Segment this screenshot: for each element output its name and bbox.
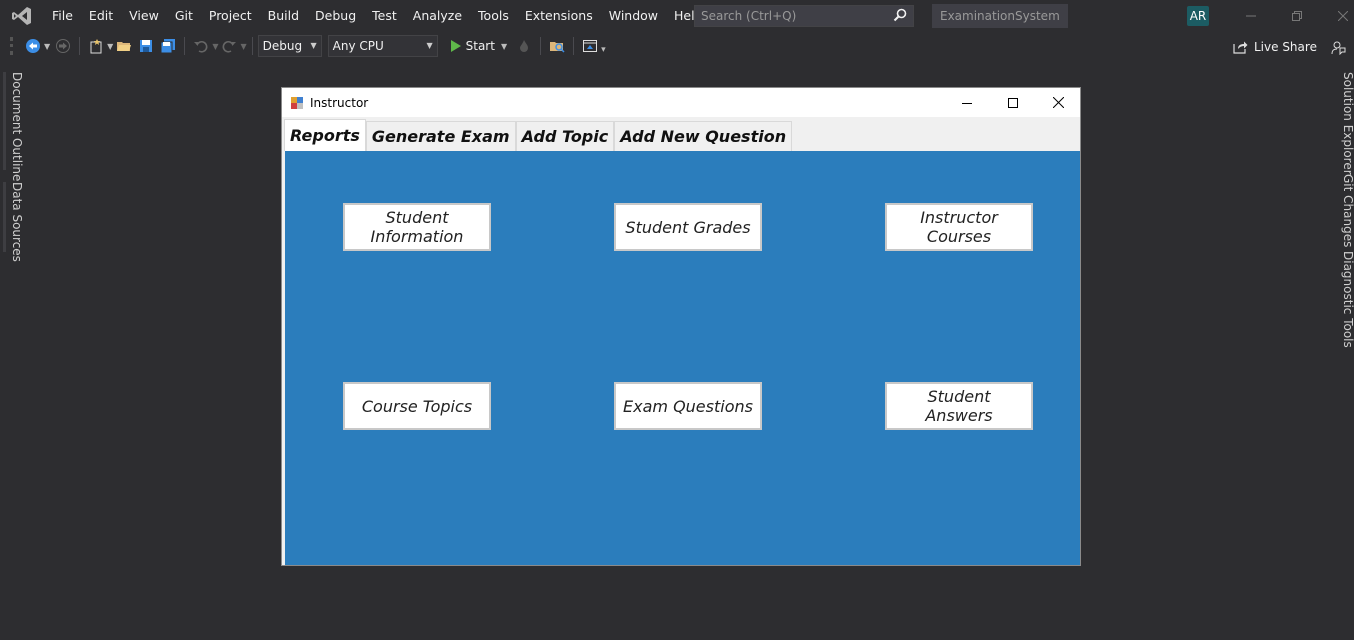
- minimize-icon: [962, 102, 972, 104]
- tab-data-sources[interactable]: Data Sources: [10, 182, 24, 262]
- standard-toolbar: ▼ ▼ ▼ ▼ Debug ▼ Any CPU ▼ Start ▼ ▾: [0, 32, 1354, 60]
- chevron-down-icon: ▼: [500, 41, 508, 51]
- close-button[interactable]: [1320, 0, 1354, 32]
- chevron-down-icon: ▼: [426, 41, 433, 50]
- find-in-files-icon[interactable]: [548, 37, 566, 55]
- tab-add-new-question[interactable]: Add New Question: [614, 121, 793, 151]
- menu-build[interactable]: Build: [260, 0, 307, 32]
- student-answers-button[interactable]: Student Answers: [885, 382, 1033, 430]
- toolbar-separator: [540, 37, 542, 55]
- menu-git[interactable]: Git: [167, 0, 201, 32]
- close-icon: [1052, 97, 1064, 108]
- hot-reload-icon[interactable]: [515, 37, 533, 55]
- search-input[interactable]: Search (Ctrl+Q): [694, 5, 914, 27]
- toolbar-separator: [184, 37, 186, 55]
- chevron-down-icon[interactable]: ▼: [44, 42, 50, 51]
- form-title-bar[interactable]: Instructor: [282, 88, 1080, 117]
- tab-reports[interactable]: Reports: [284, 119, 366, 151]
- restore-button[interactable]: [1274, 0, 1320, 32]
- restore-icon: [1292, 11, 1302, 21]
- menu-test[interactable]: Test: [364, 0, 405, 32]
- menu-file[interactable]: File: [44, 0, 81, 32]
- chevron-down-icon[interactable]: ▼: [240, 42, 246, 51]
- redo-icon[interactable]: [220, 37, 238, 55]
- toolbar-grip[interactable]: [10, 37, 22, 55]
- toolbar-separator: [79, 37, 81, 55]
- student-grades-button[interactable]: Student Grades: [614, 203, 762, 251]
- tab-solution-explorer[interactable]: Solution Explorer: [1341, 72, 1354, 175]
- live-share-label: Live Share: [1254, 40, 1317, 54]
- tab-add-topic[interactable]: Add Topic: [515, 121, 615, 151]
- menu-project[interactable]: Project: [201, 0, 260, 32]
- chevron-down-icon[interactable]: ▼: [107, 42, 113, 51]
- form-close-button[interactable]: [1035, 88, 1081, 117]
- tab-document-outline[interactable]: Document Outline: [10, 72, 24, 181]
- course-topics-button[interactable]: Course Topics: [343, 382, 491, 430]
- play-icon: [450, 40, 461, 52]
- search-icon: [893, 7, 907, 26]
- browser-link-icon[interactable]: [581, 37, 599, 55]
- menu-extensions[interactable]: Extensions: [517, 0, 601, 32]
- solution-name-badge[interactable]: ExaminationSystem: [932, 4, 1068, 28]
- search-placeholder: Search (Ctrl+Q): [701, 9, 797, 23]
- menu-tools[interactable]: Tools: [470, 0, 517, 32]
- chevron-down-icon[interactable]: ▼: [212, 42, 218, 51]
- save-icon[interactable]: [137, 37, 155, 55]
- menu-bar: File Edit View Git Project Build Debug T…: [0, 0, 1354, 32]
- side-tab-indicator: [3, 182, 6, 252]
- side-tab-indicator: [3, 72, 6, 170]
- menu-debug[interactable]: Debug: [307, 0, 364, 32]
- form-title: Instructor: [310, 95, 369, 110]
- maximize-icon: [1008, 97, 1018, 108]
- exam-questions-button[interactable]: Exam Questions: [614, 382, 762, 430]
- menu-window[interactable]: Window: [601, 0, 666, 32]
- solution-platform-select[interactable]: Any CPU ▼: [327, 35, 438, 57]
- solution-platform-value: Any CPU: [332, 39, 384, 53]
- live-share-button[interactable]: Live Share: [1232, 40, 1317, 54]
- toolbar-separator: [251, 37, 253, 55]
- menu-edit[interactable]: Edit: [81, 0, 121, 32]
- solution-configuration-value: Debug: [262, 39, 303, 53]
- save-all-icon[interactable]: [159, 37, 177, 55]
- close-icon: [1338, 11, 1348, 21]
- minimize-icon: [1246, 15, 1256, 17]
- live-share-icon: [1233, 41, 1248, 54]
- start-label: Start: [465, 39, 495, 53]
- start-debugging-button[interactable]: Start ▼: [448, 39, 507, 53]
- form-app-icon: [290, 96, 304, 110]
- tab-diagnostic-tools[interactable]: Diagnostic Tools: [1341, 251, 1354, 348]
- reports-tab-page: Student Information Student Grades Instr…: [285, 151, 1080, 565]
- undo-icon[interactable]: [192, 37, 210, 55]
- tab-git-changes[interactable]: Git Changes: [1341, 174, 1354, 247]
- menu-view[interactable]: View: [121, 0, 167, 32]
- new-project-icon[interactable]: [87, 37, 105, 55]
- student-information-button[interactable]: Student Information: [343, 203, 491, 251]
- menu-analyze[interactable]: Analyze: [405, 0, 470, 32]
- feedback-icon: [1331, 41, 1346, 56]
- user-avatar[interactable]: AR: [1187, 6, 1209, 26]
- form-maximize-button[interactable]: [990, 88, 1036, 117]
- tab-generate-exam[interactable]: Generate Exam: [365, 121, 516, 151]
- solution-configuration-select[interactable]: Debug ▼: [257, 35, 322, 57]
- feedback-button[interactable]: [1330, 39, 1346, 59]
- chevron-down-icon: ▼: [310, 41, 317, 50]
- instructor-form-window: Instructor Reports Generate Exam Add Top…: [281, 87, 1081, 566]
- form-tab-strip: Reports Generate Exam Add Topic Add New …: [284, 119, 793, 151]
- visual-studio-logo-icon: [0, 0, 44, 32]
- toolbar-separator: [573, 37, 575, 55]
- instructor-courses-button[interactable]: Instructor Courses: [885, 203, 1033, 251]
- toolbar-overflow-icon[interactable]: ▾: [601, 45, 606, 55]
- minimize-button[interactable]: [1228, 0, 1274, 32]
- form-minimize-button[interactable]: [944, 88, 990, 117]
- navigate-back-icon[interactable]: [24, 37, 42, 55]
- open-folder-icon[interactable]: [115, 37, 133, 55]
- navigate-forward-icon[interactable]: [54, 37, 72, 55]
